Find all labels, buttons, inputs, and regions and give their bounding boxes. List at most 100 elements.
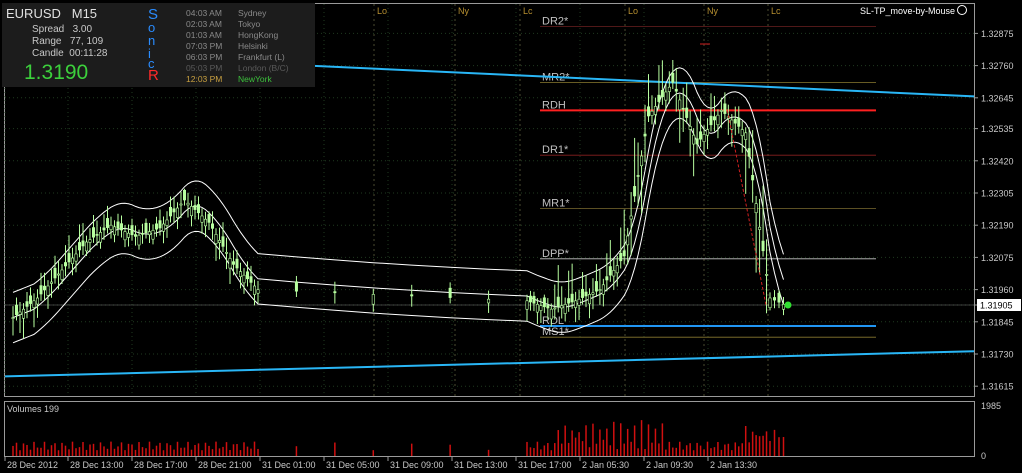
candle-body xyxy=(692,134,696,145)
pivot-level-label: DR1* xyxy=(542,144,569,156)
candle-body xyxy=(553,307,557,310)
candle-body xyxy=(169,206,173,217)
candle-body xyxy=(587,294,591,305)
candle-body xyxy=(646,106,650,117)
candle-body xyxy=(761,240,765,252)
session-time-newyork: 12:03 PM xyxy=(186,74,223,84)
pivot-level-label: DR2* xyxy=(542,15,569,27)
candle-body xyxy=(200,215,204,223)
candle-body xyxy=(594,281,598,292)
candle-body xyxy=(751,174,755,181)
candle-body xyxy=(754,203,758,214)
session-mark-label: Lo xyxy=(377,6,387,16)
price-tick-label: 1.31960 xyxy=(981,285,1014,295)
candle-body xyxy=(560,305,564,309)
candle-body xyxy=(733,118,737,124)
candle-body xyxy=(549,308,553,320)
candle-body xyxy=(688,126,692,130)
session-name-sydney: Sydney xyxy=(238,8,267,18)
candle-body xyxy=(25,301,29,307)
candle-body xyxy=(11,317,15,319)
candle-body xyxy=(15,304,19,316)
price-tick-label: 1.32190 xyxy=(981,221,1014,231)
ea-label: SL-TP_move-by-Mouse xyxy=(860,5,968,16)
price-tick-label: 1.32535 xyxy=(981,124,1014,134)
candle-body xyxy=(781,303,785,310)
price-tick-label: 1.32645 xyxy=(981,93,1014,103)
candle-body xyxy=(712,116,716,121)
price-tick-label: 1.32875 xyxy=(981,29,1014,39)
candle-body xyxy=(640,155,644,167)
candle-body xyxy=(39,285,43,295)
trend-lines xyxy=(4,50,975,378)
time-tick-label: 28 Dec 21:00 xyxy=(198,460,252,470)
session-name-tokyo: Tokyo xyxy=(238,19,261,29)
session-mark-label: Ny xyxy=(458,6,469,16)
candle-body xyxy=(581,288,585,298)
candle-body xyxy=(535,304,539,313)
candle-body xyxy=(650,110,654,116)
candle-body xyxy=(71,257,75,265)
candle-body xyxy=(144,222,148,234)
candle-body xyxy=(239,271,243,277)
session-name-hongkong: HongKong xyxy=(238,30,279,40)
symbol-label: EURUSD M15 xyxy=(6,6,98,21)
session-mark-label: Lo xyxy=(628,6,638,16)
time-tick-label: 2 Jan 05:30 xyxy=(582,460,629,470)
candle-body xyxy=(186,202,190,206)
sonic-letter-r: R xyxy=(148,67,159,84)
candle-body xyxy=(88,239,92,243)
session-time-frankfurt: 06:03 PM xyxy=(186,52,223,62)
candle-body xyxy=(716,114,720,126)
envelope-band-line xyxy=(12,92,784,319)
price-tick-label: 1.32420 xyxy=(981,156,1014,166)
candle-body xyxy=(577,298,581,306)
candle-body xyxy=(740,129,744,137)
candle-body xyxy=(35,297,39,305)
candle-body xyxy=(214,234,218,244)
volume-bars xyxy=(12,420,785,456)
candle-body xyxy=(719,110,723,112)
candle-body xyxy=(81,240,85,247)
candle-body xyxy=(176,207,180,218)
candle-body xyxy=(626,235,630,246)
candle-body xyxy=(685,107,689,118)
pivot-level-label: MR1* xyxy=(542,197,570,209)
candle-body xyxy=(664,91,668,101)
candle-body xyxy=(532,295,536,304)
time-tick-label: 28 Dec 17:00 xyxy=(134,460,188,470)
candle-body xyxy=(695,138,699,145)
candle-body xyxy=(539,305,543,311)
time-tick-label: 31 Dec 13:00 xyxy=(454,460,508,470)
time-axis: 28 Dec 2012 28 Dec 13:00 28 Dec 17:00 28 De… xyxy=(4,457,757,470)
candle-body xyxy=(737,117,741,127)
candle-body xyxy=(570,293,574,303)
candle-body xyxy=(120,223,124,231)
pivot-level-label: DPP* xyxy=(542,248,570,260)
candle-body xyxy=(85,241,89,252)
candle-body xyxy=(141,233,145,235)
candle-body xyxy=(653,106,657,115)
time-tick-label: 31 Dec 01:00 xyxy=(262,460,316,470)
session-name-helsinki: Helsinki xyxy=(238,41,268,51)
candle-body xyxy=(542,297,546,308)
session-time-helsinki: 07:03 PM xyxy=(186,41,223,51)
price-tick-label: 1.31845 xyxy=(981,317,1014,327)
candle-body xyxy=(221,236,225,247)
candle-body xyxy=(253,285,257,295)
candle-body xyxy=(99,232,103,243)
candle-body xyxy=(772,297,776,301)
candle-body xyxy=(556,296,560,308)
candle-body xyxy=(211,223,215,229)
candle-body xyxy=(95,234,99,236)
candle-body xyxy=(615,265,619,274)
candle-body xyxy=(60,269,64,280)
candle-body xyxy=(218,240,222,243)
candle-body xyxy=(56,273,60,276)
candle-body xyxy=(294,281,298,292)
candle-body xyxy=(130,225,134,236)
candle-body xyxy=(768,297,772,308)
volume-tick-label: 1985 xyxy=(981,401,1001,411)
session-time-sydney: 04:03 AM xyxy=(186,8,222,18)
candle-body xyxy=(633,186,637,197)
